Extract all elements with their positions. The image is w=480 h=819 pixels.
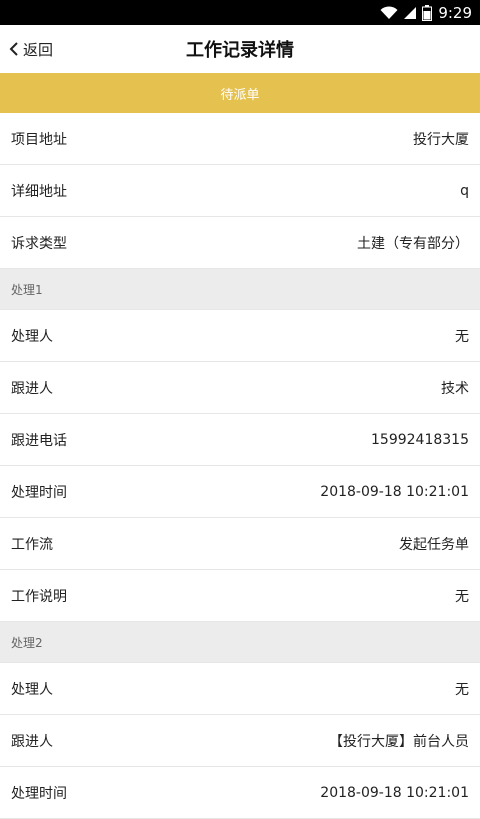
row-value: 无 xyxy=(455,681,469,698)
back-label: 返回 xyxy=(23,40,54,59)
detail-row: 处理人 无 xyxy=(0,310,480,362)
row-label: 项目地址 xyxy=(11,131,67,148)
row-value: 发起任务单 xyxy=(399,536,469,553)
row-value: 无 xyxy=(455,328,469,345)
detail-row: 工作流 发起任务单 xyxy=(0,518,480,570)
detail-row: 详细地址 q xyxy=(0,165,480,217)
page-title: 工作记录详情 xyxy=(186,40,294,61)
detail-row: 处理时间 2018-09-18 10:21:01 xyxy=(0,767,480,819)
detail-row: 工作说明 无 xyxy=(0,570,480,622)
row-label: 处理人 xyxy=(11,328,53,345)
detail-row: 诉求类型 土建（专有部分） xyxy=(0,217,480,269)
row-label: 处理人 xyxy=(11,681,53,698)
nav-bar: 返回 工作记录详情 xyxy=(0,25,480,73)
row-label: 工作说明 xyxy=(11,588,67,605)
row-label: 工作流 xyxy=(11,536,53,553)
row-label: 诉求类型 xyxy=(11,235,67,252)
row-value: 土建（专有部分） xyxy=(357,235,469,252)
row-value: 【投行大厦】前台人员 xyxy=(329,733,469,750)
row-label: 跟进人 xyxy=(11,733,53,750)
row-label: 跟进人 xyxy=(11,380,53,397)
status-bar: 9:29 xyxy=(0,0,480,25)
row-label: 跟进电话 xyxy=(11,432,67,449)
battery-icon xyxy=(422,4,433,21)
chevron-left-icon xyxy=(9,42,18,56)
detail-row: 处理时间 2018-09-18 10:21:01 xyxy=(0,466,480,518)
row-label: 处理时间 xyxy=(11,484,67,501)
back-button[interactable]: 返回 xyxy=(9,25,53,73)
row-value: 无 xyxy=(455,588,469,605)
section-header: 处理1 xyxy=(0,269,480,310)
detail-row: 跟进人 【投行大厦】前台人员 xyxy=(0,715,480,767)
detail-row: 跟进人 技术 xyxy=(0,362,480,414)
detail-row: 处理人 无 xyxy=(0,663,480,715)
detail-row: 项目地址 投行大厦 xyxy=(0,113,480,165)
row-value: 投行大厦 xyxy=(413,131,469,148)
row-value: 15992418315 xyxy=(371,431,469,448)
detail-row: 跟进电话 15992418315 xyxy=(0,414,480,466)
status-icons xyxy=(380,4,433,21)
row-value: 2018-09-18 10:21:01 xyxy=(320,483,469,500)
row-value: 技术 xyxy=(441,380,469,397)
signal-icon xyxy=(404,6,417,19)
row-value: q xyxy=(460,182,469,199)
section-header: 处理2 xyxy=(0,622,480,663)
status-banner: 待派单 xyxy=(0,73,480,113)
wifi-icon xyxy=(380,5,398,19)
status-time: 9:29 xyxy=(438,3,472,22)
row-label: 详细地址 xyxy=(11,183,67,200)
detail-list: 项目地址 投行大厦 详细地址 q 诉求类型 土建（专有部分） 处理1 处理人无跟进人 技术 跟进电… xyxy=(0,113,480,819)
